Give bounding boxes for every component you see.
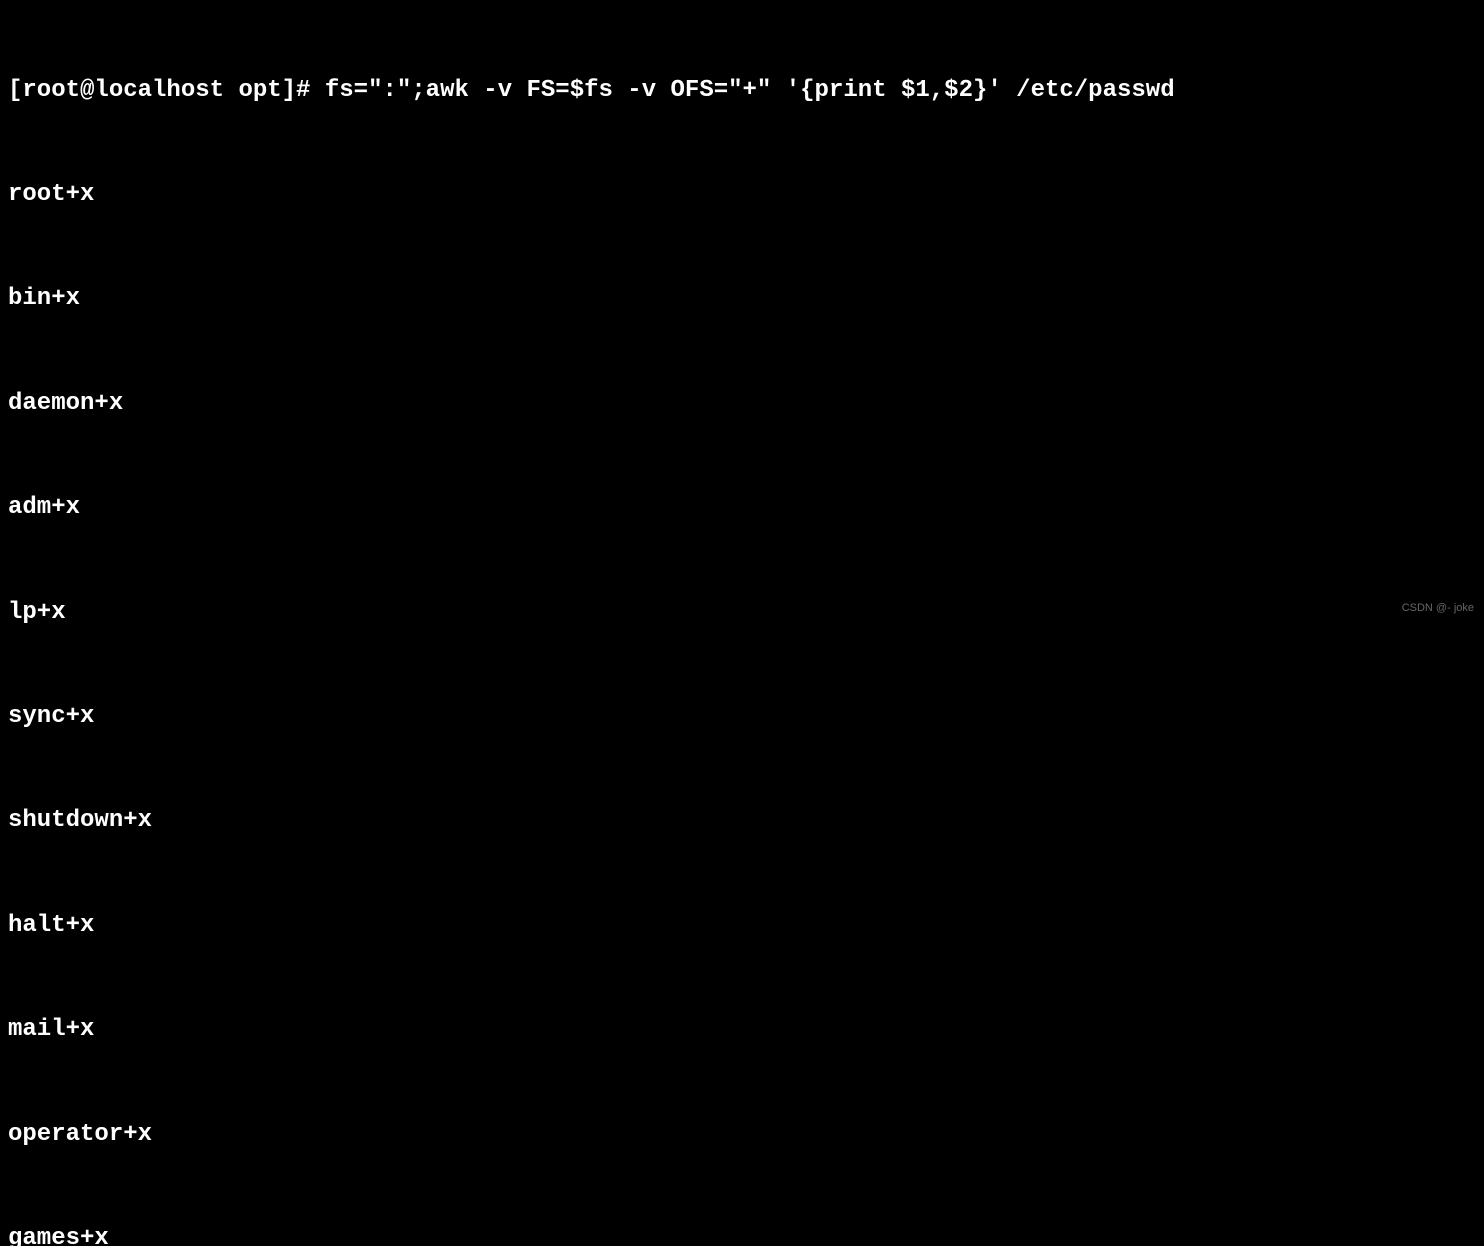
shell-command: fs=":";awk -v FS=$fs -v OFS="+" '{print … [325, 77, 1175, 104]
output-line: mail+x [8, 1013, 1476, 1048]
output-line: shutdown+x [8, 804, 1476, 839]
output-line: lp+x [8, 596, 1476, 631]
output-line: halt+x [8, 909, 1476, 944]
terminal-window[interactable]: [root@localhost opt]# fs=":";awk -v FS=$… [8, 4, 1476, 1246]
output-line: root+x [8, 178, 1476, 213]
output-line: sync+x [8, 700, 1476, 735]
shell-prompt: [root@localhost opt]# [8, 77, 325, 104]
output-line: adm+x [8, 491, 1476, 526]
output-line: bin+x [8, 282, 1476, 317]
watermark-text: CSDN @- joke [1402, 601, 1474, 617]
command-line: [root@localhost opt]# fs=":";awk -v FS=$… [8, 74, 1476, 109]
output-line: operator+x [8, 1118, 1476, 1153]
output-line: games+x [8, 1222, 1476, 1246]
output-line: daemon+x [8, 387, 1476, 422]
